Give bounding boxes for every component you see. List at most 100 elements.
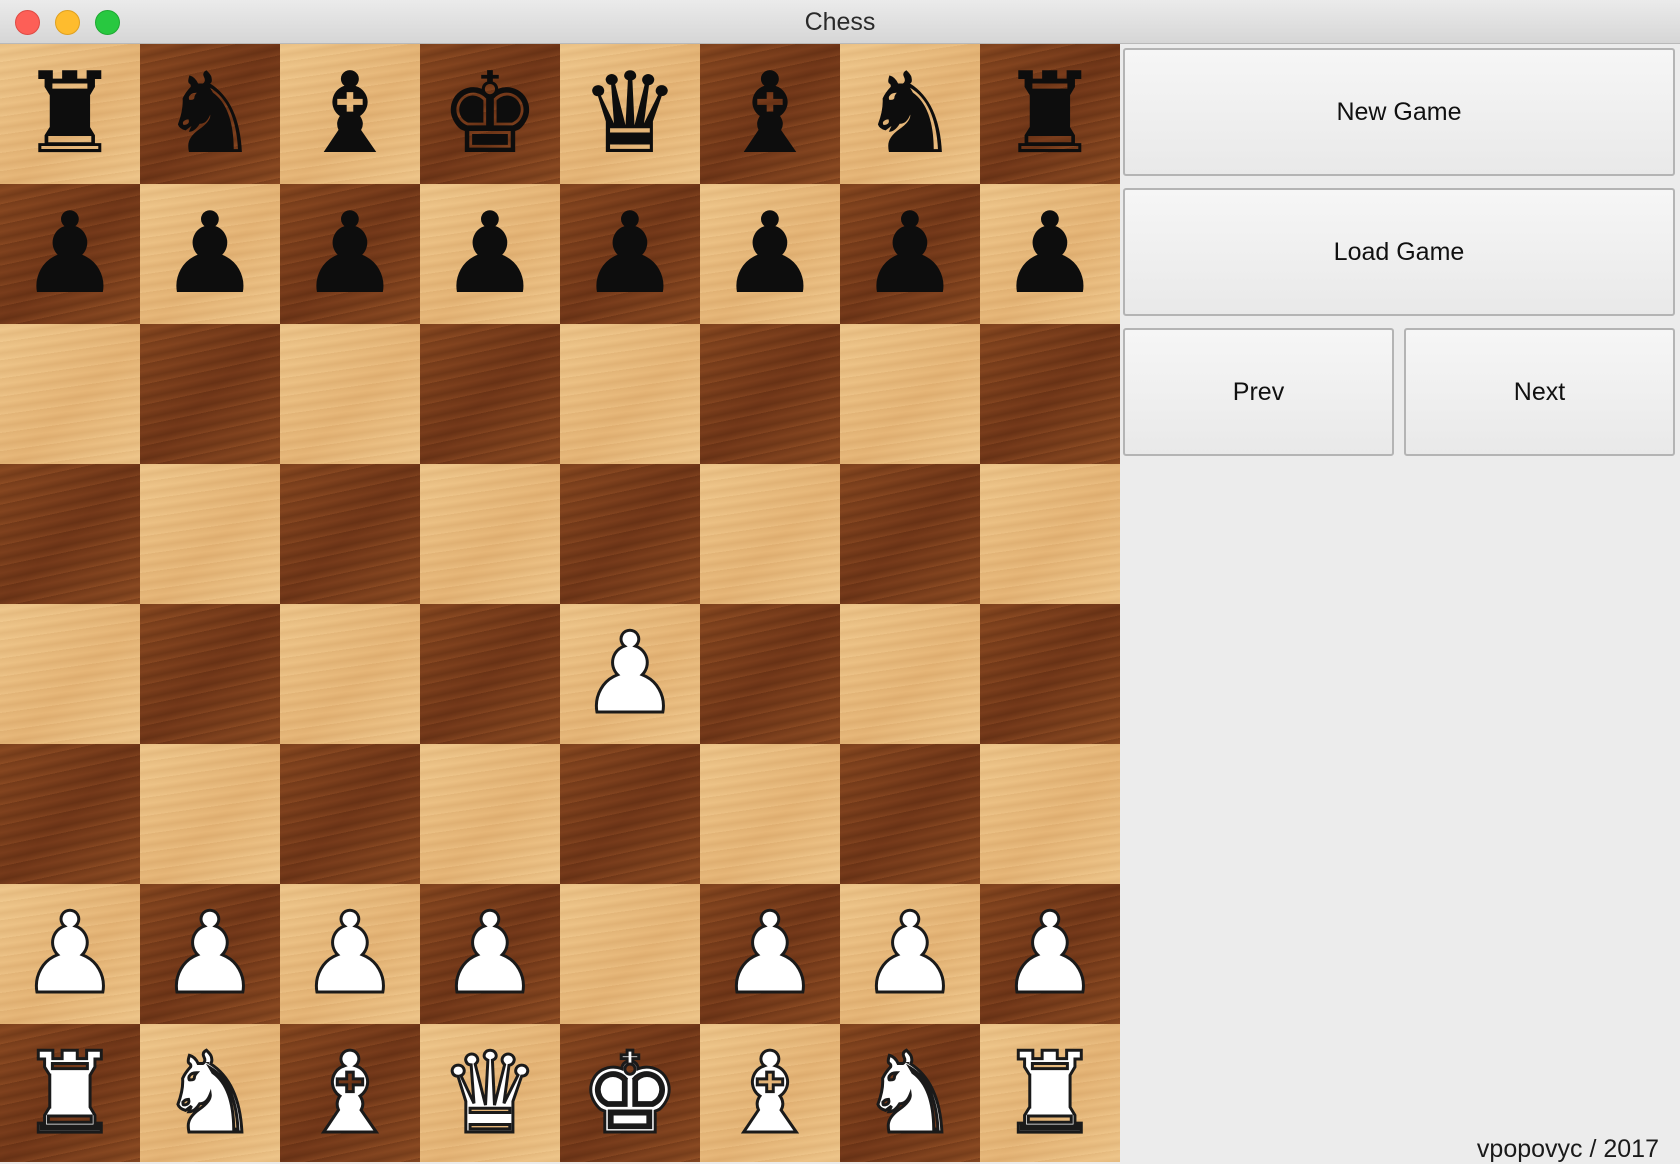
- white-knight-icon[interactable]: ♞: [158, 1037, 261, 1152]
- white-bishop-icon[interactable]: ♝: [298, 1037, 401, 1152]
- white-rook-icon[interactable]: ♜: [998, 1037, 1101, 1152]
- square-d4[interactable]: [420, 604, 560, 744]
- square-c1[interactable]: ♝: [280, 1024, 420, 1162]
- square-g7[interactable]: ♟: [840, 184, 980, 324]
- white-pawn-icon[interactable]: ♟: [858, 897, 961, 1012]
- square-g1[interactable]: ♞: [840, 1024, 980, 1162]
- white-pawn-icon[interactable]: ♟: [298, 897, 401, 1012]
- square-e2[interactable]: [560, 884, 700, 1024]
- square-h1[interactable]: ♜: [980, 1024, 1120, 1162]
- square-f1[interactable]: ♝: [700, 1024, 840, 1162]
- white-rook-icon[interactable]: ♜: [18, 1037, 121, 1152]
- square-h8[interactable]: ♜: [980, 44, 1120, 184]
- white-pawn-icon[interactable]: ♟: [18, 897, 121, 1012]
- square-e7[interactable]: ♟: [560, 184, 700, 324]
- prev-move-button[interactable]: Prev: [1123, 328, 1394, 456]
- square-a4[interactable]: [0, 604, 140, 744]
- black-pawn-icon[interactable]: ♟: [160, 198, 260, 310]
- square-b7[interactable]: ♟: [140, 184, 280, 324]
- square-a5[interactable]: [0, 464, 140, 604]
- black-pawn-icon[interactable]: ♟: [20, 198, 120, 310]
- square-e3[interactable]: [560, 744, 700, 884]
- black-pawn-icon[interactable]: ♟: [440, 198, 540, 310]
- square-b8[interactable]: ♞: [140, 44, 280, 184]
- square-c8[interactable]: ♝: [280, 44, 420, 184]
- white-bishop-icon[interactable]: ♝: [718, 1037, 821, 1152]
- square-h3[interactable]: [980, 744, 1120, 884]
- black-pawn-icon[interactable]: ♟: [720, 198, 820, 310]
- white-king-icon[interactable]: ♚: [578, 1037, 681, 1152]
- square-a2[interactable]: ♟: [0, 884, 140, 1024]
- square-a6[interactable]: [0, 324, 140, 464]
- white-pawn-icon[interactable]: ♟: [158, 897, 261, 1012]
- square-b5[interactable]: [140, 464, 280, 604]
- black-pawn-icon[interactable]: ♟: [860, 198, 960, 310]
- white-pawn-icon[interactable]: ♟: [578, 617, 681, 732]
- square-h2[interactable]: ♟: [980, 884, 1120, 1024]
- white-pawn-icon[interactable]: ♟: [718, 897, 821, 1012]
- black-pawn-icon[interactable]: ♟: [300, 198, 400, 310]
- square-a8[interactable]: ♜: [0, 44, 140, 184]
- square-d7[interactable]: ♟: [420, 184, 560, 324]
- square-c2[interactable]: ♟: [280, 884, 420, 1024]
- square-g4[interactable]: [840, 604, 980, 744]
- square-c3[interactable]: [280, 744, 420, 884]
- square-g6[interactable]: [840, 324, 980, 464]
- black-rook-icon[interactable]: ♜: [20, 58, 120, 170]
- square-g5[interactable]: [840, 464, 980, 604]
- square-f8[interactable]: ♝: [700, 44, 840, 184]
- square-h5[interactable]: [980, 464, 1120, 604]
- square-e4[interactable]: ♟: [560, 604, 700, 744]
- next-move-button[interactable]: Next: [1404, 328, 1675, 456]
- square-g8[interactable]: ♞: [840, 44, 980, 184]
- square-e1[interactable]: ♚: [560, 1024, 700, 1162]
- square-c7[interactable]: ♟: [280, 184, 420, 324]
- black-knight-icon[interactable]: ♞: [160, 58, 260, 170]
- white-knight-icon[interactable]: ♞: [858, 1037, 961, 1152]
- square-f3[interactable]: [700, 744, 840, 884]
- square-d6[interactable]: [420, 324, 560, 464]
- square-d1[interactable]: ♛: [420, 1024, 560, 1162]
- new-game-button[interactable]: New Game: [1123, 48, 1675, 176]
- black-knight-icon[interactable]: ♞: [860, 58, 960, 170]
- square-f6[interactable]: [700, 324, 840, 464]
- square-a7[interactable]: ♟: [0, 184, 140, 324]
- square-d2[interactable]: ♟: [420, 884, 560, 1024]
- square-b6[interactable]: [140, 324, 280, 464]
- square-e6[interactable]: [560, 324, 700, 464]
- square-c4[interactable]: [280, 604, 420, 744]
- square-d8[interactable]: ♚: [420, 44, 560, 184]
- square-g2[interactable]: ♟: [840, 884, 980, 1024]
- square-h4[interactable]: [980, 604, 1120, 744]
- square-d3[interactable]: [420, 744, 560, 884]
- square-c5[interactable]: [280, 464, 420, 604]
- square-g3[interactable]: [840, 744, 980, 884]
- white-queen-icon[interactable]: ♛: [438, 1037, 541, 1152]
- square-h6[interactable]: [980, 324, 1120, 464]
- black-bishop-icon[interactable]: ♝: [300, 58, 400, 170]
- square-f4[interactable]: [700, 604, 840, 744]
- square-b1[interactable]: ♞: [140, 1024, 280, 1162]
- black-rook-icon[interactable]: ♜: [1000, 58, 1100, 170]
- square-b2[interactable]: ♟: [140, 884, 280, 1024]
- square-d5[interactable]: [420, 464, 560, 604]
- square-h7[interactable]: ♟: [980, 184, 1120, 324]
- square-a3[interactable]: [0, 744, 140, 884]
- square-f5[interactable]: [700, 464, 840, 604]
- square-f2[interactable]: ♟: [700, 884, 840, 1024]
- white-pawn-icon[interactable]: ♟: [998, 897, 1101, 1012]
- square-b4[interactable]: [140, 604, 280, 744]
- black-queen-icon[interactable]: ♛: [580, 58, 680, 170]
- square-f7[interactable]: ♟: [700, 184, 840, 324]
- square-e5[interactable]: [560, 464, 700, 604]
- black-bishop-icon[interactable]: ♝: [720, 58, 820, 170]
- load-game-button[interactable]: Load Game: [1123, 188, 1675, 316]
- square-b3[interactable]: [140, 744, 280, 884]
- black-pawn-icon[interactable]: ♟: [1000, 198, 1100, 310]
- black-pawn-icon[interactable]: ♟: [580, 198, 680, 310]
- black-king-icon[interactable]: ♚: [440, 58, 540, 170]
- white-pawn-icon[interactable]: ♟: [438, 897, 541, 1012]
- square-e8[interactable]: ♛: [560, 44, 700, 184]
- square-a1[interactable]: ♜: [0, 1024, 140, 1162]
- square-c6[interactable]: [280, 324, 420, 464]
